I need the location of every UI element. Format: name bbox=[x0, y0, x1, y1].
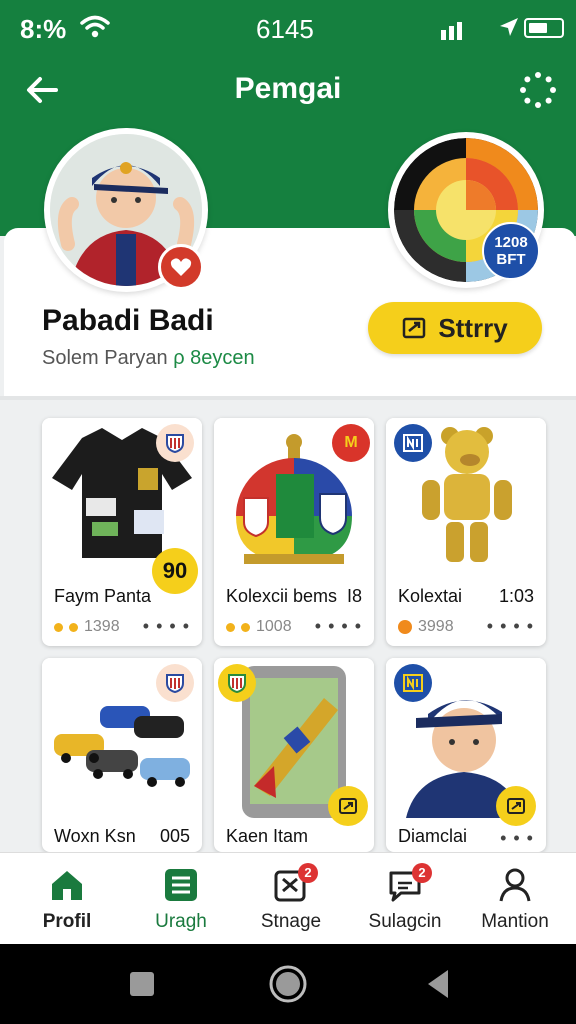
nav-label: Mantion bbox=[481, 911, 549, 932]
stat-dot bbox=[226, 622, 235, 632]
signal-icon bbox=[441, 22, 462, 40]
person-icon bbox=[499, 868, 531, 902]
card-title: Woxn Ksn bbox=[54, 826, 136, 846]
card-title: Kolextai bbox=[398, 586, 463, 606]
stat-dot bbox=[54, 622, 63, 632]
card-stats-text: 1398 bbox=[84, 618, 120, 635]
notification-badge: 2 bbox=[412, 863, 432, 883]
share-badge-icon[interactable] bbox=[328, 786, 368, 826]
profile-name: Pabadi Badi bbox=[42, 304, 214, 337]
collection-card[interactable]: Woxn Ksn 005 bbox=[42, 658, 202, 852]
system-navigation-bar bbox=[0, 944, 576, 1024]
more-dots-icon[interactable]: • • • bbox=[500, 828, 534, 849]
profile-subtitle: Solem Paryan ρ 8eycen bbox=[42, 347, 255, 370]
stat-dot bbox=[69, 622, 78, 632]
card-title: Diamclai bbox=[398, 826, 468, 846]
card-title: Kaen Itam bbox=[226, 826, 309, 846]
collection-card[interactable]: M Kolexcii bems I8 1008 • • • • bbox=[214, 418, 374, 646]
brand-badge-icon bbox=[394, 664, 432, 702]
profile-subtitle-link[interactable]: ρ 8eycen bbox=[173, 347, 254, 369]
home-circle-icon[interactable] bbox=[268, 964, 308, 1004]
card-stats: 1008 bbox=[226, 618, 292, 636]
wheel-count-badge: 1208 BFT bbox=[482, 222, 540, 280]
card-value: 005 bbox=[159, 826, 190, 846]
status-center-text: 6145 bbox=[256, 14, 314, 44]
card-stats: 1398 bbox=[54, 618, 120, 636]
card-title: Faym Panta bbox=[54, 586, 152, 606]
stat-dot bbox=[398, 620, 412, 634]
nav-item-stnage[interactable]: 2 Stnage bbox=[236, 853, 346, 945]
page-title: Pemgai bbox=[234, 72, 342, 105]
bottom-navigation: Profil Uragh 2 Stnage 2 Sulagcin Mantion bbox=[0, 852, 576, 944]
category-badge: M bbox=[332, 424, 370, 462]
collection-card[interactable]: Diamclai • • • bbox=[386, 658, 546, 852]
category-badge-text: M bbox=[344, 434, 358, 451]
status-time: 8:% bbox=[20, 14, 67, 44]
notification-badge: 2 bbox=[298, 863, 318, 883]
team-shield-badge bbox=[156, 424, 194, 462]
wheel-badge-label: BFT bbox=[496, 251, 526, 268]
nav-item-sulagcin[interactable]: 2 Sulagcin bbox=[350, 853, 460, 945]
more-dots-icon[interactable]: • • • • bbox=[315, 616, 362, 637]
more-dots-icon[interactable]: • • • • bbox=[487, 616, 534, 637]
card-stats: 3998 bbox=[398, 618, 454, 636]
collection-card[interactable]: 90 Faym Panta 1398 • • • • bbox=[42, 418, 202, 646]
nav-label: Stnage bbox=[260, 911, 322, 932]
price-badge: 90 bbox=[152, 548, 198, 594]
card-value: 1:03 bbox=[498, 586, 534, 606]
stat-dot bbox=[241, 622, 250, 632]
wheel-badge-number: 1208 bbox=[494, 233, 528, 251]
team-shield-badge bbox=[156, 664, 194, 702]
recents-square-icon[interactable] bbox=[128, 970, 156, 998]
back-triangle-icon[interactable] bbox=[424, 968, 452, 1000]
nav-item-uragh[interactable]: Uragh bbox=[126, 853, 236, 945]
nav-item-profil[interactable]: Profil bbox=[12, 853, 122, 945]
card-value: I8 bbox=[346, 586, 362, 606]
loading-dots-icon[interactable] bbox=[518, 70, 558, 110]
favorite-heart-icon[interactable] bbox=[158, 244, 204, 290]
more-dots-icon[interactable]: • • • • bbox=[143, 616, 190, 637]
story-button-label: Sttrry bbox=[438, 312, 508, 343]
list-icon bbox=[165, 869, 197, 901]
nav-item-mantion[interactable]: Mantion bbox=[460, 853, 570, 945]
home-icon bbox=[52, 871, 82, 900]
brand-badge-icon bbox=[394, 424, 432, 462]
card-stats-text: 1008 bbox=[256, 618, 292, 635]
battery-icon bbox=[524, 18, 564, 38]
nav-label: Uragh bbox=[155, 911, 207, 932]
wifi-icon bbox=[80, 15, 110, 38]
price-badge-text: 90 bbox=[162, 558, 188, 583]
section-divider bbox=[0, 396, 576, 400]
team-shield-badge bbox=[218, 664, 256, 702]
card-stats-text: 3998 bbox=[418, 618, 454, 635]
location-arrow-icon bbox=[500, 18, 518, 36]
status-bar: 8:% 6145 bbox=[0, 0, 576, 58]
nav-label: Sulagcin bbox=[368, 911, 442, 932]
card-title: Kolexcii bems bbox=[226, 586, 338, 606]
share-badge-icon[interactable] bbox=[496, 786, 536, 826]
profile-subtitle-text: Solem Paryan bbox=[42, 347, 168, 369]
collection-card[interactable]: Kaen Itam bbox=[214, 658, 374, 852]
collection-card[interactable]: Kolextai 1:03 3998 • • • • bbox=[386, 418, 546, 646]
story-button[interactable]: Sttrry bbox=[368, 302, 542, 354]
story-icon bbox=[403, 317, 426, 339]
nav-label: Profil bbox=[42, 911, 92, 932]
